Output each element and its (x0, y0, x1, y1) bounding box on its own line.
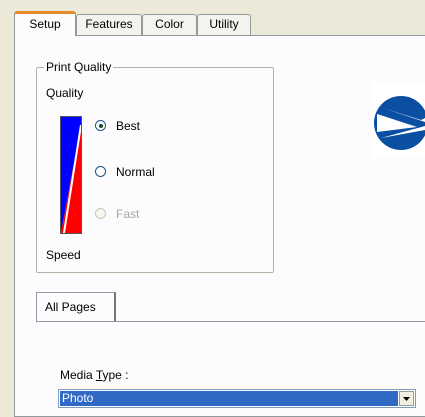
tab-all-pages[interactable]: All Pages (36, 292, 116, 322)
chevron-down-icon (403, 397, 410, 401)
media-type-label: Media Type : (60, 368, 129, 382)
tab-utility-label: Utility (209, 17, 239, 31)
radio-normal[interactable] (95, 166, 106, 177)
tab-color[interactable]: Color (142, 14, 197, 35)
gauge-graphic (61, 117, 81, 233)
quality-speed-gauge[interactable] (60, 116, 82, 234)
tab-utility[interactable]: Utility (197, 14, 251, 35)
quality-label: Quality (46, 86, 84, 100)
tab-features-label: Features (85, 17, 133, 31)
media-type-label-prefix: Media (60, 368, 96, 382)
brand-logo (371, 82, 425, 158)
radio-best[interactable] (95, 120, 106, 131)
inner-tab-divider (36, 321, 425, 322)
dropdown-button[interactable] (399, 391, 414, 406)
brand-logo-icon (374, 96, 425, 150)
print-quality-legend: Print Quality (44, 60, 114, 74)
media-type-select[interactable]: Photo (58, 389, 416, 408)
media-type-label-suffix: ype : (102, 368, 129, 382)
speed-label: Speed (46, 248, 81, 262)
radio-fast (95, 208, 106, 219)
radio-best-label: Best (116, 119, 141, 133)
tab-all-pages-label: All Pages (45, 300, 96, 314)
tab-setup[interactable]: Setup (14, 11, 76, 36)
tab-color-label: Color (155, 17, 184, 31)
radio-fast-label: Fast (116, 207, 140, 221)
radio-normal-label: Normal (116, 165, 155, 179)
tab-features[interactable]: Features (76, 14, 142, 35)
tab-setup-label: Setup (29, 17, 61, 31)
media-type-value: Photo (60, 391, 398, 406)
